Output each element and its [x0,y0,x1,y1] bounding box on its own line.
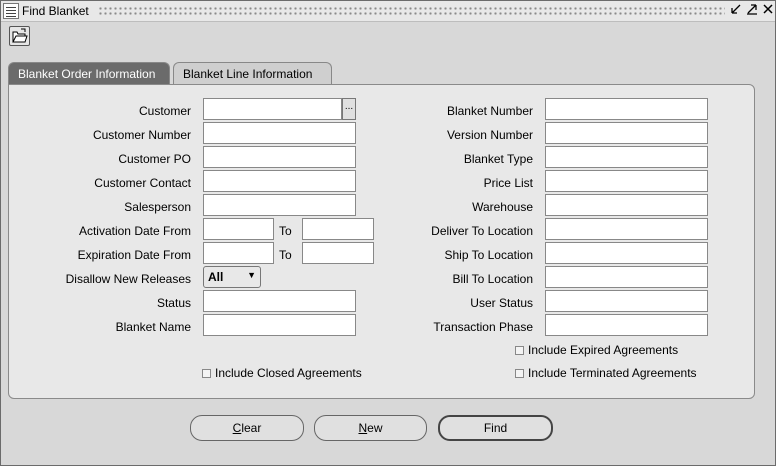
deliver-to-location-input[interactable] [545,218,708,240]
status-input[interactable] [203,290,356,312]
version-number-label: Version Number [446,128,533,142]
clear-label-rest: lear [241,421,262,435]
warehouse-label: Warehouse [472,200,533,214]
blanket-name-label: Blanket Name [115,320,191,334]
minimize-icon[interactable] [729,3,743,18]
maximize-icon[interactable] [745,3,759,18]
activation-date-from-input[interactable] [203,218,274,240]
activation-date-to-input[interactable] [302,218,374,240]
find-button[interactable]: Find [438,415,553,441]
checkbox-icon [515,368,524,378]
disallow-new-releases-value: All [208,270,224,284]
window-title: Find Blanket [22,4,89,18]
include-closed-label: Include Closed Agreements [215,366,362,380]
title-bar: Find Blanket [1,1,775,22]
tab-blanket-line-information[interactable]: Blanket Line Information [173,62,332,84]
new-mnemonic: N [358,421,368,435]
blanket-type-input[interactable] [545,146,708,168]
customer-input[interactable] [203,98,342,120]
status-label: Status [156,296,191,310]
disallow-new-releases-label: Disallow New Releases [65,272,191,286]
activation-date-from-label: Activation Date From [78,224,191,238]
blanket-type-label: Blanket Type [463,152,533,166]
open-folder-button[interactable] [9,26,30,46]
activation-date-to-label: To [279,224,292,238]
salesperson-label: Salesperson [124,200,191,214]
customer-po-label: Customer PO [118,152,191,166]
price-list-input[interactable] [545,170,708,192]
ship-to-location-input[interactable] [545,242,708,264]
checkbox-icon [515,345,524,355]
expiration-date-from-input[interactable] [203,242,274,264]
open-folder-icon [12,28,28,43]
include-expired-checkbox[interactable]: Include Expired Agreements [515,343,678,357]
customer-po-input[interactable] [203,146,356,168]
deliver-to-location-label: Deliver To Location [431,224,533,238]
user-status-input[interactable] [545,290,708,312]
price-list-label: Price List [483,176,533,190]
user-status-label: User Status [470,296,533,310]
expiration-date-from-label: Expiration Date From [77,248,191,262]
include-terminated-label: Include Terminated Agreements [528,366,697,380]
transaction-phase-label: Transaction Phase [433,320,533,334]
expiration-date-to-input[interactable] [302,242,374,264]
include-expired-label: Include Expired Agreements [528,343,679,357]
include-closed-checkbox[interactable]: Include Closed Agreements [202,366,362,380]
salesperson-input[interactable] [203,194,356,216]
customer-contact-label: Customer Contact [94,176,191,190]
tab-blanket-order-information[interactable]: Blanket Order Information [8,62,170,84]
customer-lov-button[interactable]: ... [342,98,356,120]
include-terminated-checkbox[interactable]: Include Terminated Agreements [515,366,697,380]
customer-number-label: Customer Number [92,128,191,142]
close-icon[interactable] [761,3,775,18]
customer-contact-input[interactable] [203,170,356,192]
blanket-name-input[interactable] [203,314,356,336]
customer-number-input[interactable] [203,122,356,144]
disallow-new-releases-select[interactable]: All ▼ [203,266,261,288]
title-bar-pattern [98,6,725,16]
ship-to-location-label: Ship To Location [444,248,533,262]
blanket-number-label: Blanket Number [446,104,533,118]
bill-to-location-label: Bill To Location [452,272,534,286]
transaction-phase-input[interactable] [545,314,708,336]
chevron-down-icon: ▼ [247,270,256,280]
new-label-rest: ew [367,421,383,435]
bill-to-location-input[interactable] [545,266,708,288]
expiration-date-to-label: To [279,248,292,262]
clear-button[interactable]: Clear [190,415,304,441]
blanket-number-input[interactable] [545,98,708,120]
checkbox-icon [202,368,211,378]
new-button[interactable]: New [314,415,427,441]
app-icon [3,3,19,19]
warehouse-input[interactable] [545,194,708,216]
version-number-input[interactable] [545,122,708,144]
customer-label: Customer [138,104,191,118]
